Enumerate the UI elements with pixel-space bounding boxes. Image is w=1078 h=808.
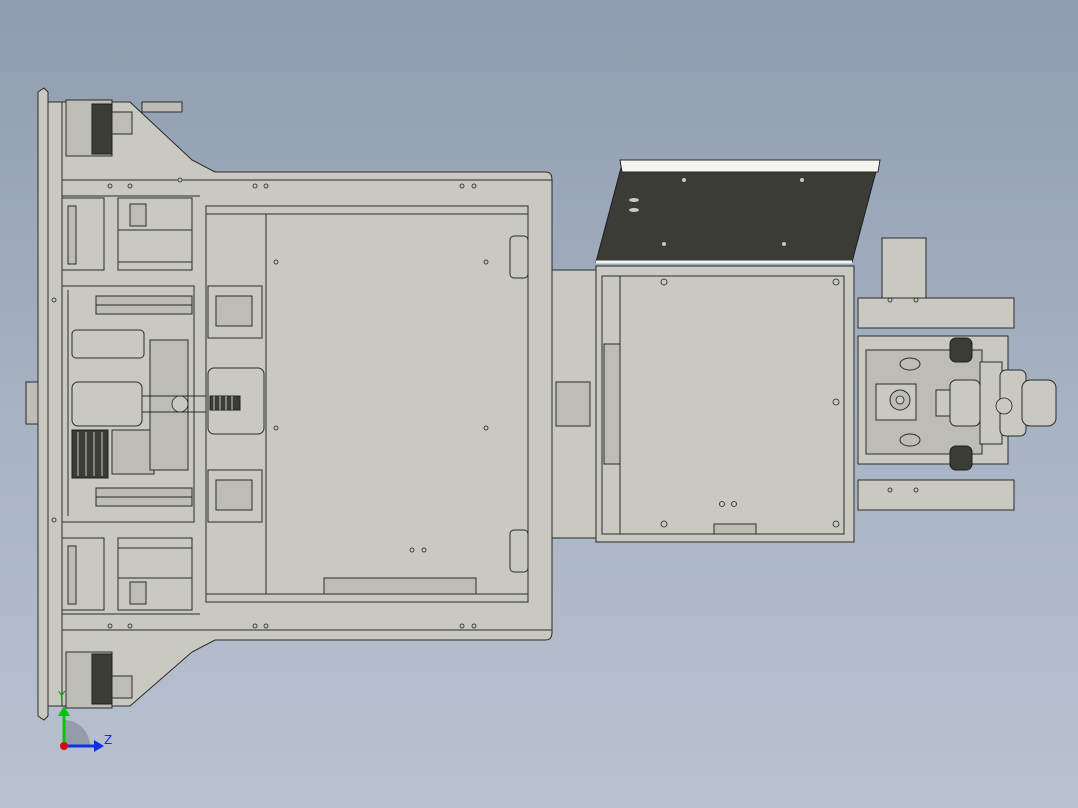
- cad-viewport[interactable]: Y Z: [0, 0, 1078, 808]
- assembly-drawing: Y Z: [25, 87, 1057, 752]
- y-axis-label: Y: [57, 689, 66, 703]
- enclosure-lid: [595, 163, 879, 263]
- coupler-bottom: [949, 445, 973, 471]
- rim-flange: [37, 87, 49, 721]
- triad-origin: [60, 742, 68, 750]
- z-axis-label: Z: [104, 733, 112, 747]
- z-axis-head: [94, 740, 104, 752]
- connecting-beam: [551, 269, 601, 539]
- coupler-top: [949, 337, 973, 363]
- upper-rail: [857, 297, 1015, 329]
- side-bracket: [25, 381, 39, 425]
- left-frame: [25, 87, 553, 721]
- belt-pulley-upper: [71, 329, 145, 359]
- lower-rail: [857, 479, 1015, 511]
- drive-motor: [111, 429, 155, 475]
- gear-stack: [71, 429, 109, 479]
- belt-pulley-main: [71, 381, 143, 427]
- right-assembly: [857, 237, 1057, 511]
- center-enclosure: [595, 159, 881, 543]
